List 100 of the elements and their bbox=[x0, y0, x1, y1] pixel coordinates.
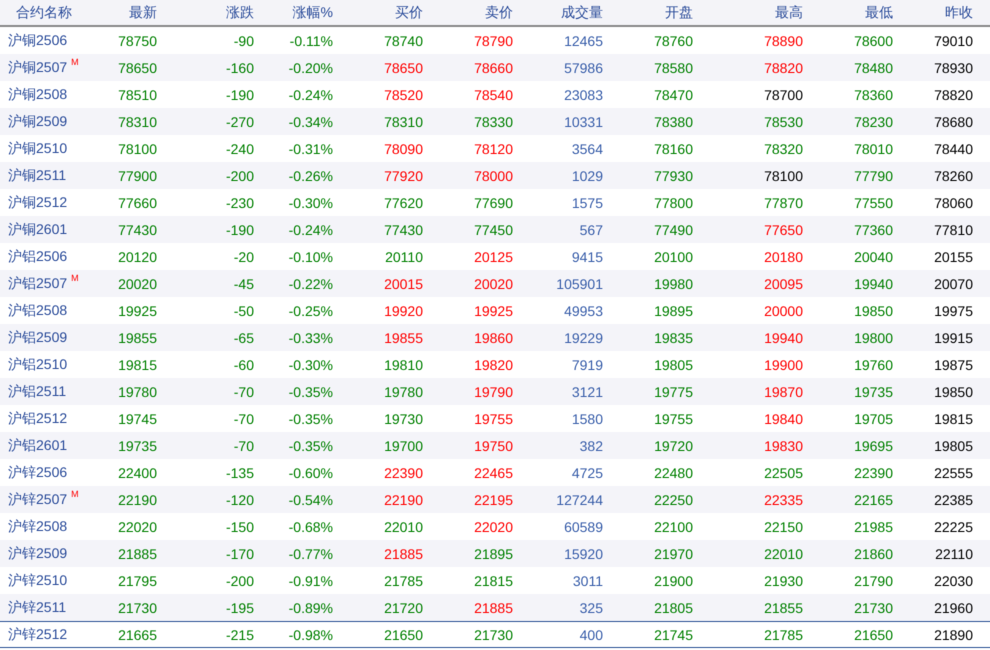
table-cell: 21900 bbox=[654, 572, 693, 588]
quote-row[interactable]: 沪锌2510 21795 -200 -0.91% 21785 21815 3011 21900 21930 21790 22030 bbox=[0, 567, 990, 594]
table-cell: -90 bbox=[234, 32, 254, 48]
column-header[interactable]: 买价 bbox=[395, 4, 423, 22]
table-cell: 21860 bbox=[854, 546, 893, 562]
contract-name: 沪铝2509 bbox=[8, 328, 68, 346]
table-cell: 19735 bbox=[118, 438, 157, 454]
table-cell: 19700 bbox=[384, 438, 423, 454]
column-header[interactable]: 成交量 bbox=[561, 4, 603, 22]
table-cell: 78660 bbox=[474, 60, 513, 76]
table-cell: 78000 bbox=[474, 168, 513, 184]
table-cell: 21885 bbox=[118, 546, 157, 562]
quote-row[interactable]: 沪铜2509 78310 -270 -0.34% 78310 78330 10331 78380 78530 78230 78680 bbox=[0, 108, 990, 135]
table-cell: 22020 bbox=[474, 518, 513, 534]
table-cell: -160 bbox=[226, 60, 254, 76]
column-header[interactable]: 昨收 bbox=[945, 4, 973, 22]
quote-row[interactable]: 沪锌2512 21665 -215 -0.98% 21650 21730 400 21745 21785 21650 21890 bbox=[0, 621, 990, 648]
table-cell: 22195 bbox=[474, 492, 513, 508]
table-cell: 19760 bbox=[854, 356, 893, 372]
table-cell: 19925 bbox=[118, 302, 157, 318]
table-cell: -0.10% bbox=[288, 248, 333, 264]
table-cell: 21885 bbox=[384, 546, 423, 562]
table-cell: 21720 bbox=[384, 600, 423, 616]
table-cell: 127244 bbox=[556, 492, 603, 508]
table-cell: -215 bbox=[226, 626, 254, 642]
quote-row[interactable]: 沪铝2508 19925 -50 -0.25% 19920 19925 49953 19895 20000 19850 19975 bbox=[0, 297, 990, 324]
table-cell: 382 bbox=[580, 438, 603, 454]
table-cell: 77620 bbox=[384, 194, 423, 210]
quote-row[interactable]: 沪锌2509 21885 -170 -0.77% 21885 21895 15920 21970 22010 21860 22110 bbox=[0, 540, 990, 567]
table-cell: 21960 bbox=[934, 600, 973, 616]
quote-row[interactable]: 沪铝2512 19745 -70 -0.35% 19730 19755 1580 19755 19840 19705 19815 bbox=[0, 405, 990, 432]
contract-name: 沪铝2511 bbox=[8, 382, 66, 400]
table-cell: -70 bbox=[234, 384, 254, 400]
quote-row[interactable]: 沪铜2510 78100 -240 -0.31% 78090 78120 3564 78160 78320 78010 78440 bbox=[0, 135, 990, 162]
table-cell: -190 bbox=[226, 222, 254, 238]
table-cell: 77360 bbox=[854, 222, 893, 238]
quote-row[interactable]: 沪铝2507 M 20020 -45 -0.22% 20015 20020 105901 19980 20095 19940 20070 bbox=[0, 270, 990, 297]
table-cell: 78750 bbox=[118, 32, 157, 48]
table-cell: -0.68% bbox=[288, 518, 333, 534]
quote-row[interactable]: 沪铜2506 78750 -90 -0.11% 78740 78790 12465 78760 78890 78600 79010 bbox=[0, 27, 990, 54]
contract-name: 沪铜2506 bbox=[8, 32, 68, 50]
column-header[interactable]: 最低 bbox=[865, 4, 893, 22]
table-cell: 78520 bbox=[384, 86, 423, 102]
table-cell: 21730 bbox=[474, 626, 513, 642]
quote-row[interactable]: 沪铝2510 19815 -60 -0.30% 19810 19820 7919 19805 19900 19760 19875 bbox=[0, 351, 990, 378]
quote-row[interactable]: 沪铝2601 19735 -70 -0.35% 19700 19750 382 19720 19830 19695 19805 bbox=[0, 432, 990, 459]
table-cell: 22555 bbox=[934, 464, 973, 480]
quote-row[interactable]: 沪铜2601 77430 -190 -0.24% 77430 77450 567 77490 77650 77360 77810 bbox=[0, 216, 990, 243]
column-header[interactable]: 合约名称 bbox=[0, 4, 100, 22]
table-cell: 10331 bbox=[564, 114, 603, 130]
quote-row[interactable]: 沪锌2506 22400 -135 -0.60% 22390 22465 4725 22480 22505 22390 22555 bbox=[0, 459, 990, 486]
table-cell: 22390 bbox=[384, 464, 423, 480]
table-cell: -200 bbox=[226, 168, 254, 184]
table-cell: 21795 bbox=[118, 572, 157, 588]
table-cell: 19900 bbox=[764, 356, 803, 372]
table-cell: 22390 bbox=[854, 464, 893, 480]
table-cell: 21815 bbox=[474, 572, 513, 588]
column-header[interactable]: 开盘 bbox=[665, 4, 693, 22]
table-cell: 78650 bbox=[384, 60, 423, 76]
table-cell: -0.77% bbox=[288, 546, 333, 562]
quote-row[interactable]: 沪铝2511 19780 -70 -0.35% 19780 19790 3121 19775 19870 19735 19850 bbox=[0, 378, 990, 405]
table-cell: 400 bbox=[580, 626, 603, 642]
table-cell: 21985 bbox=[854, 518, 893, 534]
column-header[interactable]: 涨幅% bbox=[292, 4, 333, 22]
table-cell: -0.33% bbox=[288, 330, 333, 346]
table-cell: 22225 bbox=[934, 518, 973, 534]
table-cell: 19850 bbox=[934, 384, 973, 400]
table-cell: 22110 bbox=[935, 546, 973, 562]
table-cell: 1029 bbox=[572, 168, 603, 184]
quote-row[interactable]: 沪铝2509 19855 -65 -0.33% 19855 19860 19229 19835 19940 19800 19915 bbox=[0, 324, 990, 351]
table-cell: 19870 bbox=[764, 384, 803, 400]
table-cell: 23083 bbox=[564, 86, 603, 102]
quote-row[interactable]: 沪铜2512 77660 -230 -0.30% 77620 77690 1575 77800 77870 77550 78060 bbox=[0, 189, 990, 216]
quote-row[interactable]: 沪锌2508 22020 -150 -0.68% 22010 22020 60589 22100 22150 21985 22225 bbox=[0, 513, 990, 540]
table-cell: -270 bbox=[226, 114, 254, 130]
table-cell: 77870 bbox=[764, 194, 803, 210]
table-cell: 20125 bbox=[474, 248, 513, 264]
main-contract-tag: M bbox=[71, 272, 79, 282]
quote-row[interactable]: 沪铜2507 M 78650 -160 -0.20% 78650 78660 57986 78580 78820 78480 78930 bbox=[0, 54, 990, 81]
table-cell: 20095 bbox=[764, 276, 803, 292]
table-cell: 20020 bbox=[118, 276, 157, 292]
table-cell: 19875 bbox=[934, 356, 973, 372]
quote-row[interactable]: 沪铜2511 77900 -200 -0.26% 77920 78000 1029 77930 78100 77790 78260 bbox=[0, 162, 990, 189]
table-cell: 21885 bbox=[474, 600, 513, 616]
quote-row[interactable]: 沪锌2507 M 22190 -120 -0.54% 22190 22195 127244 22250 22335 22165 22385 bbox=[0, 486, 990, 513]
table-cell: -0.35% bbox=[288, 410, 333, 426]
column-header[interactable]: 涨跌 bbox=[226, 4, 254, 22]
quote-row[interactable]: 沪铝2506 20120 -20 -0.10% 20110 20125 9415 20100 20180 20040 20155 bbox=[0, 243, 990, 270]
table-cell: 19850 bbox=[854, 302, 893, 318]
table-cell: -65 bbox=[234, 330, 254, 346]
quote-row[interactable]: 沪锌2511 21730 -195 -0.89% 21720 21885 325 21805 21855 21730 21960 bbox=[0, 594, 990, 621]
table-cell: 78510 bbox=[118, 86, 157, 102]
column-header[interactable]: 卖价 bbox=[485, 4, 513, 22]
table-cell: 77930 bbox=[654, 168, 693, 184]
column-header[interactable]: 最新 bbox=[129, 4, 157, 22]
contract-name: 沪锌2511 bbox=[8, 598, 66, 616]
table-cell: 19730 bbox=[384, 410, 423, 426]
column-header[interactable]: 最高 bbox=[775, 4, 803, 22]
table-cell: -0.34% bbox=[288, 114, 333, 130]
quote-row[interactable]: 沪铜2508 78510 -190 -0.24% 78520 78540 23083 78470 78700 78360 78820 bbox=[0, 81, 990, 108]
